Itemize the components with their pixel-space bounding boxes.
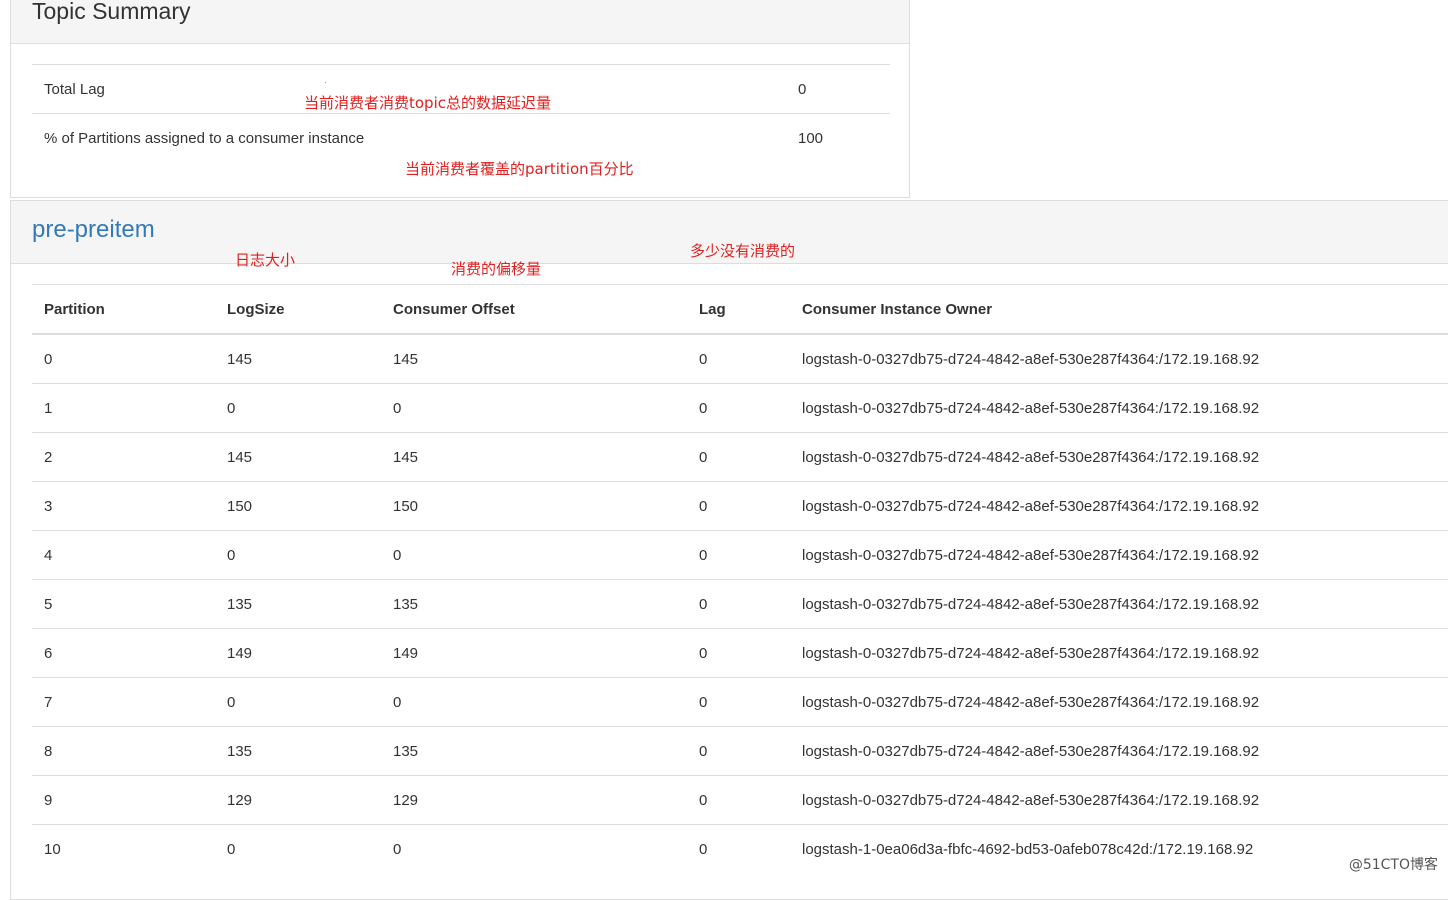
- cell-consumer-offset: 135: [381, 579, 687, 629]
- annotation-logsize: 日志大小: [235, 251, 296, 269]
- cell-logsize: 135: [215, 726, 381, 776]
- cell-consumer-offset: 135: [381, 726, 687, 776]
- column-header-lag: Lag: [687, 284, 790, 335]
- cell-owner: logstash-0-0327db75-d724-4842-a8ef-530e2…: [790, 333, 1448, 384]
- cell-lag: 0: [687, 775, 790, 825]
- table-row: 4 0 0 0 logstash-0-0327db75-d724-4842-a8…: [32, 530, 1448, 580]
- table-row: 3 150 150 0 logstash-0-0327db75-d724-484…: [32, 481, 1448, 531]
- cell-owner: logstash-0-0327db75-d724-4842-a8ef-530e2…: [790, 775, 1448, 825]
- cell-logsize: 149: [215, 628, 381, 678]
- cell-logsize: 145: [215, 432, 381, 482]
- cell-consumer-offset: 0: [381, 824, 687, 873]
- cell-consumer-offset: 145: [381, 333, 687, 384]
- annotation-lag: 多少没有消费的: [690, 242, 796, 260]
- watermark: @51CTO博客: [1348, 857, 1438, 873]
- annotation-total-lag: 当前消费者消费topic总的数据延迟量: [304, 94, 551, 112]
- cell-lag: 0: [687, 383, 790, 433]
- cell-consumer-offset: 0: [381, 530, 687, 580]
- cell-lag: 0: [687, 432, 790, 482]
- annotation-offset: 消费的偏移量: [451, 260, 542, 278]
- cell-partition: 7: [32, 677, 215, 727]
- cell-partition: 4: [32, 530, 215, 580]
- partition-table: Partition LogSize Consumer Offset Lag Co…: [32, 284, 1448, 873]
- column-header-consumer-offset: Consumer Offset: [381, 284, 687, 335]
- cell-partition: 8: [32, 726, 215, 776]
- cell-lag: 0: [687, 579, 790, 629]
- cell-owner: logstash-0-0327db75-d724-4842-a8ef-530e2…: [790, 579, 1448, 629]
- cell-partition: 0: [32, 333, 215, 384]
- cell-owner: logstash-0-0327db75-d724-4842-a8ef-530e2…: [790, 677, 1448, 727]
- cell-logsize: 0: [215, 677, 381, 727]
- topic-name-link[interactable]: pre-preitem: [32, 215, 155, 245]
- cell-consumer-offset: 145: [381, 432, 687, 482]
- table-row: 8 135 135 0 logstash-0-0327db75-d724-484…: [32, 726, 1448, 776]
- cell-partition: 1: [32, 383, 215, 433]
- column-header-partition: Partition: [32, 284, 215, 335]
- table-row: 9 129 129 0 logstash-0-0327db75-d724-484…: [32, 775, 1448, 825]
- cell-partition: 10: [32, 824, 215, 873]
- cell-owner: logstash-0-0327db75-d724-4842-a8ef-530e2…: [790, 628, 1448, 678]
- cell-partition: 2: [32, 432, 215, 482]
- cell-consumer-offset: 0: [381, 383, 687, 433]
- cell-logsize: 129: [215, 775, 381, 825]
- cell-partition: 5: [32, 579, 215, 629]
- total-lag-value: 0: [798, 81, 807, 98]
- cell-partition: 3: [32, 481, 215, 531]
- cell-partition: 6: [32, 628, 215, 678]
- cell-lag: 0: [687, 824, 790, 873]
- cell-logsize: 135: [215, 579, 381, 629]
- cell-logsize: 0: [215, 824, 381, 873]
- table-row: 5 135 135 0 logstash-0-0327db75-d724-484…: [32, 579, 1448, 629]
- table-row: 10 0 0 0 logstash-1-0ea06d3a-fbfc-4692-b…: [32, 824, 1448, 873]
- table-row: 0 145 145 0 logstash-0-0327db75-d724-484…: [32, 333, 1448, 384]
- cell-lag: 0: [687, 530, 790, 580]
- cell-lag: 0: [687, 628, 790, 678]
- cell-consumer-offset: 149: [381, 628, 687, 678]
- partitions-assigned-label: % of Partitions assigned to a consumer i…: [44, 130, 365, 147]
- topic-summary-table: Total Lag 0 % of Partitions assigned to …: [32, 64, 890, 162]
- total-lag-label: Total Lag: [44, 81, 105, 98]
- cell-partition: 9: [32, 775, 215, 825]
- column-header-logsize: LogSize: [215, 284, 381, 335]
- cell-lag: 0: [687, 726, 790, 776]
- cell-owner: logstash-0-0327db75-d724-4842-a8ef-530e2…: [790, 530, 1448, 580]
- stray-dot: [325, 82, 326, 83]
- cell-logsize: 0: [215, 383, 381, 433]
- summary-row-partitions-assigned: % of Partitions assigned to a consumer i…: [32, 113, 890, 162]
- cell-owner: logstash-0-0327db75-d724-4842-a8ef-530e2…: [790, 726, 1448, 776]
- cell-lag: 0: [687, 481, 790, 531]
- table-row: 6 149 149 0 logstash-0-0327db75-d724-484…: [32, 628, 1448, 678]
- partition-table-header-row: Partition LogSize Consumer Offset Lag Co…: [32, 284, 1448, 335]
- cell-consumer-offset: 0: [381, 677, 687, 727]
- annotation-partitions-pct: 当前消费者覆盖的partition百分比: [405, 160, 634, 178]
- cell-lag: 0: [687, 333, 790, 384]
- topic-summary-header: Topic Summary: [11, 0, 909, 44]
- table-row: 2 145 145 0 logstash-0-0327db75-d724-484…: [32, 432, 1448, 482]
- cell-logsize: 150: [215, 481, 381, 531]
- cell-consumer-offset: 129: [381, 775, 687, 825]
- table-row: 7 0 0 0 logstash-0-0327db75-d724-4842-a8…: [32, 677, 1448, 727]
- table-row: 1 0 0 0 logstash-0-0327db75-d724-4842-a8…: [32, 383, 1448, 433]
- topic-summary-title: Topic Summary: [32, 0, 191, 24]
- column-header-consumer-instance-owner: Consumer Instance Owner: [790, 284, 1448, 335]
- partitions-assigned-value: 100: [798, 130, 824, 147]
- cell-owner: logstash-0-0327db75-d724-4842-a8ef-530e2…: [790, 383, 1448, 433]
- topic-panel: pre-preitem Partition LogSize Consumer O…: [10, 200, 1448, 900]
- cell-consumer-offset: 150: [381, 481, 687, 531]
- cell-lag: 0: [687, 677, 790, 727]
- cell-logsize: 145: [215, 333, 381, 384]
- cell-owner: logstash-0-0327db75-d724-4842-a8ef-530e2…: [790, 481, 1448, 531]
- cell-owner: logstash-0-0327db75-d724-4842-a8ef-530e2…: [790, 432, 1448, 482]
- cell-logsize: 0: [215, 530, 381, 580]
